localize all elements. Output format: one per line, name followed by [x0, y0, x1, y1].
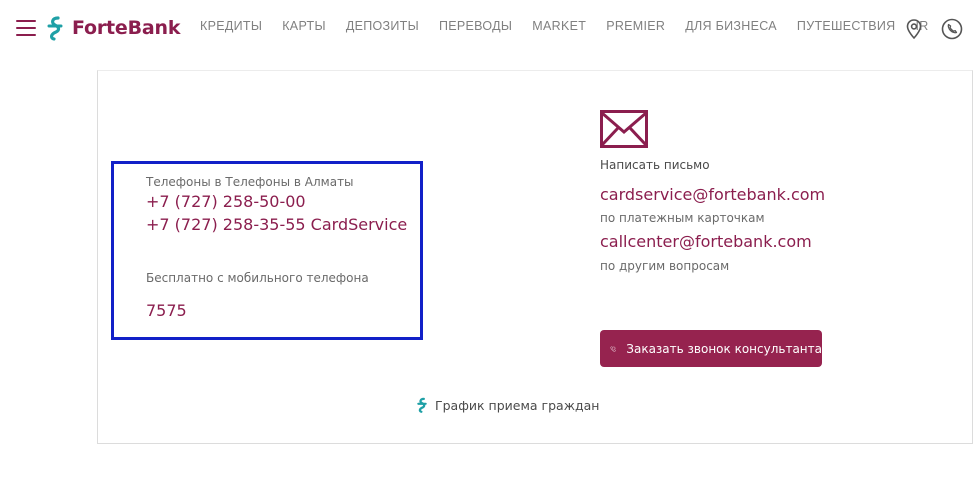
phone-call-icon — [610, 346, 616, 352]
nav-item-cards[interactable]: КАРТЫ — [282, 19, 326, 33]
nav-item-credits[interactable]: КРЕДИТЫ — [200, 19, 262, 33]
nav-item-premier[interactable]: PREMIER — [606, 19, 665, 33]
email-desc-cards: по платежным карточкам — [600, 211, 765, 225]
nav-item-travel[interactable]: ПУТЕШЕСТВИЯ — [797, 19, 896, 33]
nav-item-market[interactable]: MARKET — [532, 19, 586, 33]
menu-icon[interactable] — [16, 20, 36, 36]
request-call-label: Заказать звонок консультанта — [626, 341, 822, 356]
email-link-cardservice[interactable]: cardservice@fortebank.com — [600, 185, 825, 204]
phone-icon[interactable] — [941, 18, 963, 40]
request-call-button[interactable]: Заказать звонок консультанта — [600, 330, 822, 367]
schedule-label: График приема граждан — [435, 397, 600, 413]
fortebank-mark-icon — [417, 397, 427, 413]
location-pin-icon[interactable] — [903, 18, 925, 40]
logo-text: ForteBank — [72, 17, 181, 39]
logo[interactable]: ForteBank — [44, 14, 180, 42]
email-title: Написать письмо — [600, 158, 710, 172]
short-number-link[interactable]: 7575 — [146, 301, 187, 320]
email-desc-other: по другим вопросам — [600, 259, 730, 273]
nav-item-deposits[interactable]: ДЕПОЗИТЫ — [346, 19, 419, 33]
fortebank-logo-icon — [47, 16, 63, 41]
phone-link-main[interactable]: +7 (727) 258-50-00 — [146, 192, 306, 211]
nav-item-business[interactable]: ДЛЯ БИЗНЕСА — [685, 19, 777, 33]
schedule-link[interactable]: График приема граждан — [415, 397, 599, 413]
email-link-callcenter[interactable]: callcenter@fortebank.com — [600, 232, 812, 251]
envelope-icon — [600, 110, 648, 148]
header: ForteBank КРЕДИТЫ КАРТЫ ДЕПОЗИТЫ ПЕРЕВОД… — [0, 0, 977, 58]
phone-link-cardservice[interactable]: +7 (727) 258-35-55 CardService — [146, 215, 407, 234]
nav-item-transfers[interactable]: ПЕРЕВОДЫ — [439, 19, 512, 33]
main-nav: КРЕДИТЫ КАРТЫ ДЕПОЗИТЫ ПЕРЕВОДЫ MARKET P… — [190, 19, 939, 33]
free-call-label: Бесплатно с мобильного телефона — [146, 271, 369, 285]
phones-title: Телефоны в Телефоны в Алматы — [146, 175, 354, 189]
